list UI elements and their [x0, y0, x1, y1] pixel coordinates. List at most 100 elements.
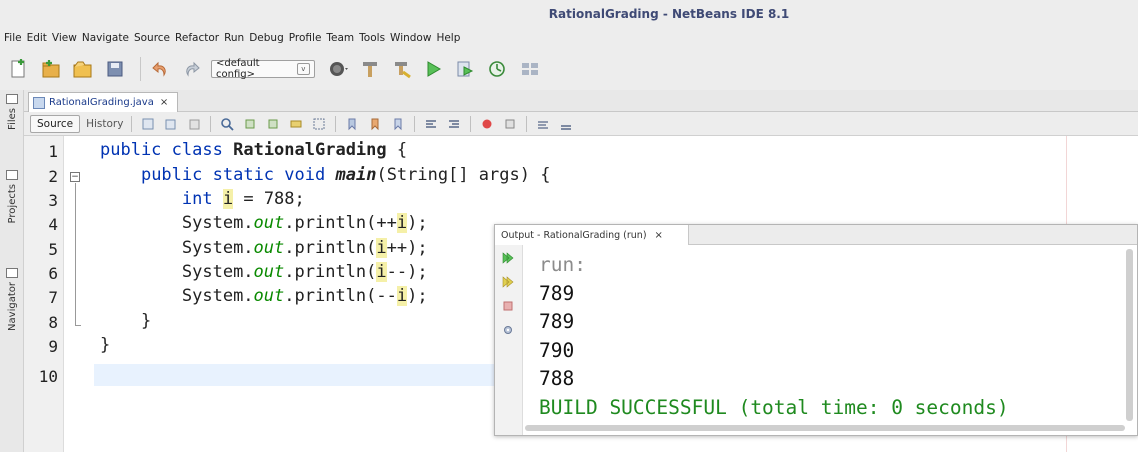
navigator-tab[interactable]: Navigator — [2, 268, 22, 331]
menu-run[interactable]: Run — [224, 32, 244, 44]
output-tab-label: Output - RationalGrading (run) — [501, 229, 647, 241]
files-tab[interactable]: Files — [2, 94, 22, 130]
run-button[interactable] — [421, 56, 447, 82]
rerun-icon — [502, 252, 514, 264]
keyword: static — [212, 165, 275, 185]
shift-left-button[interactable] — [424, 117, 438, 131]
variable-highlight: i — [222, 189, 234, 209]
output-console[interactable]: run: 789 789 790 788 BUILD SUCCESSFUL (total … — [539, 251, 1009, 422]
menu-window[interactable]: Window — [390, 32, 431, 44]
redo-button[interactable] — [179, 56, 205, 82]
next-bookmark-button[interactable] — [368, 117, 382, 131]
output-line: 788 — [539, 367, 575, 390]
toolbar-separator — [526, 115, 528, 132]
menu-profile[interactable]: Profile — [289, 32, 322, 44]
menu-edit[interactable]: Edit — [27, 32, 47, 44]
vertical-scrollbar[interactable] — [1126, 249, 1133, 421]
output-tab[interactable]: Output - RationalGrading (run) × — [495, 225, 689, 245]
fold-guide-end — [75, 325, 81, 326]
window-title: RationalGrading - NetBeans IDE 8.1 — [548, 7, 790, 21]
output-tab-bar: Output - RationalGrading (run) × — [495, 225, 1137, 245]
open-project-icon — [73, 61, 92, 78]
prev-bookmark-button[interactable] — [345, 117, 359, 131]
toolbar-separator — [414, 115, 416, 132]
config-select[interactable]: <default config> v — [211, 58, 315, 80]
code-text: .println(-- — [284, 286, 397, 306]
minimize-icon — [6, 170, 18, 180]
new-file-icon — [11, 59, 25, 78]
code-text: = 788; — [233, 189, 305, 209]
fold-collapse-icon[interactable]: − — [70, 172, 80, 182]
toggle-bookmark-button[interactable] — [391, 117, 405, 131]
broom-icon — [395, 62, 411, 79]
code-text: System. — [181, 238, 254, 258]
clean-build-button[interactable] — [389, 56, 415, 82]
horizontal-scrollbar[interactable] — [525, 425, 1125, 431]
shift-right-button[interactable] — [447, 117, 461, 131]
menu-view[interactable]: View — [52, 32, 77, 44]
last-edit-icon — [142, 118, 154, 129]
back-button[interactable] — [164, 117, 178, 131]
toolbar-separator — [210, 115, 212, 132]
comment-button[interactable] — [536, 117, 550, 131]
tab-rationalgrading-java[interactable]: RationalGrading.java × — [28, 92, 178, 112]
source-tab[interactable]: Source — [30, 114, 81, 133]
find-previous-button[interactable] — [243, 117, 257, 131]
stop-icon — [505, 119, 515, 128]
layout-button[interactable] — [517, 56, 543, 82]
bookmark-icon — [394, 118, 402, 130]
code-text: (String[] args) { — [376, 165, 551, 185]
menu-source[interactable]: Source — [134, 32, 170, 44]
menu-refactor[interactable]: Refactor — [175, 32, 219, 44]
toolbar-separator — [335, 115, 337, 132]
line-number: 6 — [48, 264, 58, 283]
close-icon[interactable]: × — [160, 97, 168, 108]
find-next-button[interactable] — [266, 117, 280, 131]
close-icon[interactable]: × — [655, 230, 663, 241]
stop-macro-button[interactable] — [503, 117, 517, 131]
new-file-button[interactable] — [6, 56, 32, 82]
code-line-5: System.out.println(i++); — [100, 238, 428, 258]
line-number: 7 — [48, 288, 58, 307]
find-next-icon — [268, 119, 278, 128]
debug-button[interactable] — [453, 56, 479, 82]
last-edit-button[interactable] — [141, 117, 155, 131]
projects-tab[interactable]: Projects — [2, 170, 22, 223]
find-button[interactable] — [220, 117, 235, 131]
rect-select-button[interactable] — [312, 117, 326, 131]
uncomment-button[interactable] — [559, 117, 573, 131]
field-name: out — [253, 286, 285, 306]
minimize-icon — [6, 268, 18, 278]
output-line: 790 — [539, 338, 575, 362]
menu-team[interactable]: Team — [326, 32, 354, 44]
settings-button[interactable] — [501, 323, 515, 337]
open-project-button[interactable] — [70, 56, 96, 82]
code-line-4: System.out.println(++i); — [100, 213, 428, 233]
run-icon — [427, 61, 441, 77]
menu-debug[interactable]: Debug — [249, 32, 284, 44]
forward-button[interactable] — [187, 117, 201, 131]
code-line-1: public class RationalGrading { — [100, 140, 407, 160]
menu-tools[interactable]: Tools — [359, 32, 385, 44]
target-button[interactable] — [325, 56, 351, 82]
menu-file[interactable]: File — [4, 32, 22, 44]
toggle-highlight-button[interactable] — [289, 117, 303, 131]
undo-button[interactable] — [147, 56, 173, 82]
line-number-gutter: 1 2 3 4 5 6 7 8 9 10 — [24, 136, 64, 452]
build-button[interactable] — [357, 56, 383, 82]
stop-button[interactable] — [501, 299, 515, 313]
bookmark-icon — [348, 118, 356, 130]
rerun-button[interactable] — [501, 251, 515, 265]
new-project-button[interactable] — [38, 56, 64, 82]
start-macro-button[interactable] — [480, 117, 494, 131]
rerun-with-options-button[interactable] — [501, 275, 515, 289]
menu-navigate[interactable]: Navigate — [82, 32, 129, 44]
main-toolbar: <default config> v — [0, 48, 1138, 90]
history-tab[interactable]: History — [86, 118, 123, 130]
record-icon — [482, 119, 492, 128]
profile-button[interactable] — [485, 56, 511, 82]
menu-help[interactable]: Help — [436, 32, 460, 44]
minimize-icon — [6, 94, 18, 104]
save-all-button[interactable] — [102, 56, 128, 82]
line-number: 5 — [48, 240, 58, 259]
